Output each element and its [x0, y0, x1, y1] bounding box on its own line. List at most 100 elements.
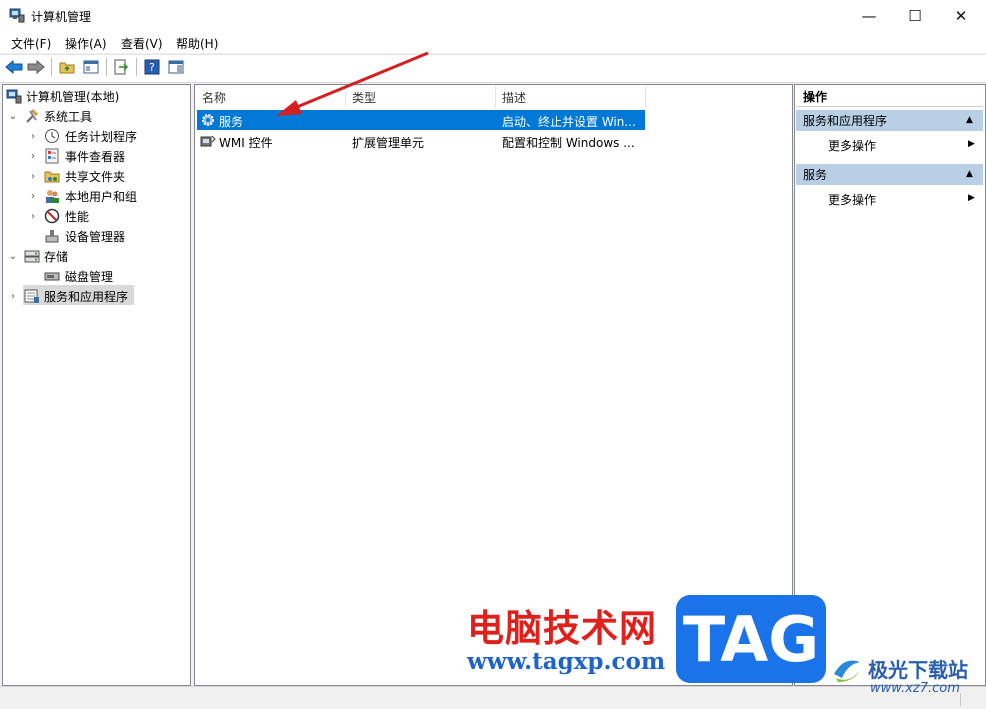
- chevron-right-icon[interactable]: ›: [28, 131, 38, 142]
- watermark-site2: 极光下载站: [868, 658, 968, 682]
- actions-section-services[interactable]: 服务 ▲: [796, 164, 983, 185]
- close-button[interactable]: ✕: [938, 0, 984, 31]
- computer-management-icon: [6, 88, 22, 104]
- watermark-url: www.tagxp.com: [467, 648, 666, 675]
- chevron-down-icon[interactable]: ⌄: [8, 111, 18, 122]
- wmi-description: 配置和控制 Windows ...: [502, 136, 635, 150]
- chevron-down-icon[interactable]: ⌄: [8, 251, 18, 262]
- tree-item-label: 设备管理器: [65, 229, 126, 244]
- actions-header: 操作: [796, 86, 983, 107]
- back-arrow-icon: [5, 60, 23, 74]
- export-list-button[interactable]: [112, 58, 130, 76]
- storage-icon: [24, 248, 40, 264]
- more-actions-link[interactable]: 更多操作: [828, 191, 876, 208]
- watermark-brand: 电脑技术网: [467, 607, 657, 650]
- chevron-right-icon[interactable]: ›: [8, 291, 18, 302]
- forward-button[interactable]: [27, 58, 45, 76]
- forward-arrow-icon: [27, 60, 45, 74]
- tree-item-performance[interactable]: › 性能: [28, 206, 89, 226]
- minimize-icon: —: [861, 6, 877, 25]
- status-divider: [960, 693, 961, 706]
- section-label: 服务和应用程序: [803, 114, 888, 128]
- tree-item-root[interactable]: 计算机管理(本地): [6, 86, 119, 106]
- tree-item-label: 磁盘管理: [65, 269, 114, 284]
- tree-item-disk-management[interactable]: 磁盘管理: [44, 266, 113, 286]
- window-title: 计算机管理: [31, 10, 92, 24]
- tools-icon: [24, 108, 40, 124]
- maximize-icon: ☐: [908, 6, 922, 25]
- chevron-right-icon[interactable]: ›: [28, 151, 38, 162]
- tree-item-label: 存储: [44, 249, 69, 264]
- close-icon: ✕: [954, 6, 968, 25]
- menu-view[interactable]: 查看(V): [121, 35, 163, 52]
- clock-icon: [44, 128, 60, 144]
- performance-icon: [44, 208, 60, 224]
- toolbar-separator: [136, 58, 137, 76]
- column-header-description[interactable]: 描述: [496, 86, 646, 108]
- service-name: 服务: [219, 115, 244, 129]
- action-pane-icon: [168, 60, 184, 74]
- help-button[interactable]: ?: [143, 58, 161, 76]
- tree-item-system-tools[interactable]: ⌄ 系统工具: [8, 106, 92, 126]
- tree-item-storage[interactable]: ⌄ 存储: [8, 246, 68, 266]
- xz7-logo-icon: [830, 652, 864, 686]
- chevron-right-icon[interactable]: ›: [28, 211, 38, 222]
- gear-icon: [200, 112, 216, 128]
- list-row-wmi[interactable]: WMI 控件 扩展管理单元 配置和控制 Windows ...: [197, 131, 645, 151]
- computer-management-icon: [9, 7, 25, 23]
- column-header-name[interactable]: 名称: [196, 86, 346, 108]
- collapse-up-icon[interactable]: ▲: [966, 169, 973, 179]
- tree-item-label: 性能: [65, 209, 90, 224]
- back-button[interactable]: [5, 58, 23, 76]
- menu-file[interactable]: 文件(F): [11, 35, 51, 52]
- up-level-button[interactable]: [58, 58, 76, 76]
- tree-item-device-manager[interactable]: 设备管理器: [44, 226, 125, 246]
- export-icon: [114, 59, 129, 75]
- watermark-site2-url: www.xz7.com: [870, 681, 960, 696]
- device-manager-icon: [44, 228, 60, 244]
- chevron-right-icon[interactable]: ›: [28, 171, 38, 182]
- disk-icon: [44, 268, 60, 284]
- tree-item-label: 系统工具: [44, 109, 93, 124]
- services-apps-icon: [24, 288, 40, 304]
- tree-item-task-scheduler[interactable]: › 任务计划程序: [28, 126, 137, 146]
- submenu-arrow-icon: ▶: [968, 193, 975, 203]
- tree-item-label: 计算机管理(本地): [26, 89, 120, 104]
- menu-action[interactable]: 操作(A): [65, 35, 107, 52]
- wmi-control-icon: [200, 133, 216, 149]
- toolbar-separator: [106, 58, 107, 76]
- users-icon: [44, 188, 60, 204]
- tree-item-label: 任务计划程序: [65, 129, 138, 144]
- actions-section-services-apps[interactable]: 服务和应用程序 ▲: [796, 110, 983, 131]
- status-bar: [0, 686, 986, 709]
- service-description: 启动、终止并设置 Win...: [502, 115, 636, 129]
- wmi-name: WMI 控件: [219, 136, 273, 150]
- tree-item-local-users[interactable]: › 本地用户和组: [28, 186, 137, 206]
- event-log-icon: [44, 148, 60, 164]
- more-actions-link[interactable]: 更多操作: [828, 137, 876, 154]
- title-bar: [0, 0, 986, 31]
- tree-item-label: 事件查看器: [65, 149, 126, 164]
- chevron-right-icon[interactable]: ›: [28, 191, 38, 202]
- console-tree-icon: [83, 60, 99, 74]
- collapse-up-icon[interactable]: ▲: [966, 115, 973, 125]
- submenu-arrow-icon: ▶: [968, 139, 975, 149]
- tag-logo-text: TAG: [682, 602, 820, 676]
- action-pane-button[interactable]: [167, 58, 185, 76]
- help-icon: ?: [144, 59, 160, 75]
- maximize-button[interactable]: ☐: [892, 0, 938, 31]
- show-hide-tree-button[interactable]: [82, 58, 100, 76]
- svg-text:?: ?: [149, 61, 155, 74]
- tag-logo: TAG: [676, 595, 826, 683]
- shared-folder-icon: [44, 168, 60, 184]
- column-header-type[interactable]: 类型: [346, 86, 496, 108]
- list-row-services[interactable]: 服务 启动、终止并设置 Win...: [197, 110, 645, 130]
- section-label: 服务: [803, 168, 828, 182]
- tree-item-shared-folders[interactable]: › 共享文件夹: [28, 166, 125, 186]
- tree-item-event-viewer[interactable]: › 事件查看器: [28, 146, 125, 166]
- menu-help[interactable]: 帮助(H): [176, 35, 218, 52]
- toolbar-separator: [51, 58, 52, 76]
- minimize-button[interactable]: —: [846, 0, 892, 31]
- tree-item-services-apps[interactable]: › 服务和应用程序: [8, 286, 128, 306]
- tree-item-label: 服务和应用程序: [44, 289, 129, 304]
